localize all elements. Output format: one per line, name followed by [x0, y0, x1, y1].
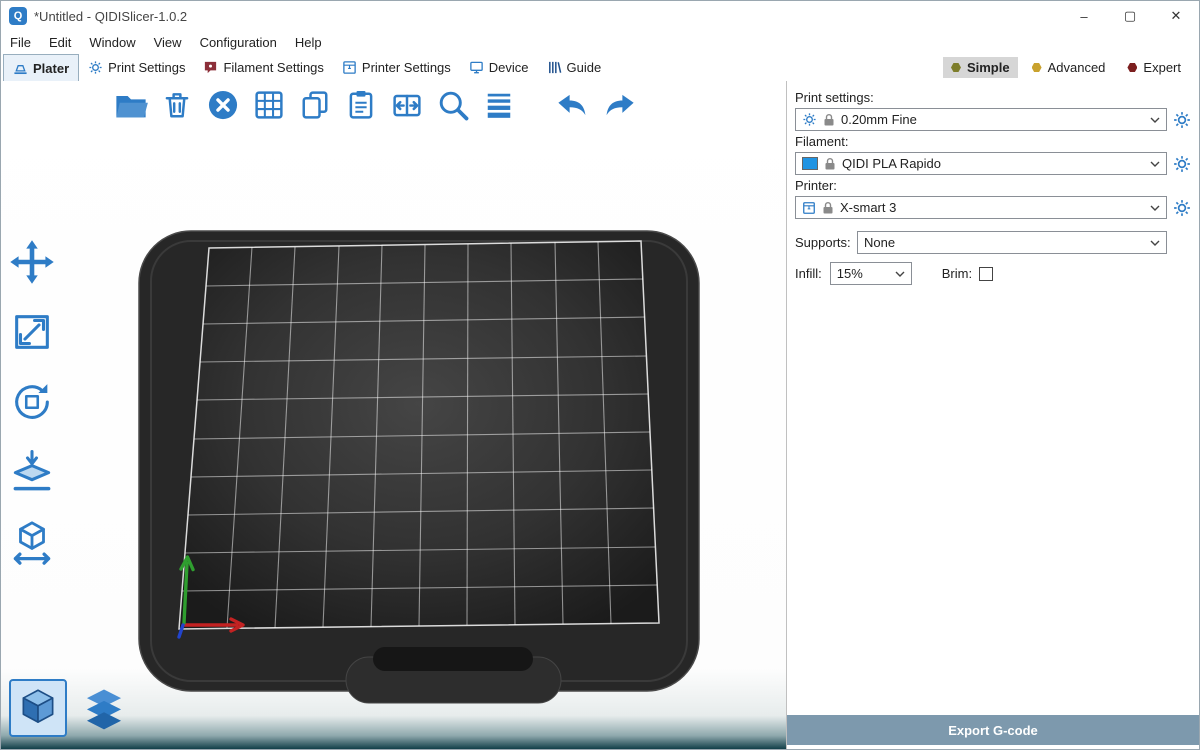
simple-mode-dot-icon — [951, 63, 961, 73]
lock-icon — [824, 157, 836, 171]
printer-icon — [342, 60, 357, 75]
infill-combo[interactable]: 15% — [830, 262, 912, 285]
chevron-down-icon — [895, 271, 905, 277]
preview-layers-icon[interactable] — [79, 687, 129, 733]
maximize-button[interactable]: ▢ — [1107, 1, 1153, 31]
minimize-button[interactable]: – — [1061, 1, 1107, 31]
infill-value: 15% — [837, 266, 889, 281]
menu-configuration[interactable]: Configuration — [191, 33, 286, 52]
titlebar: Q *Untitled - QIDISlicer-1.0.2 – ▢ ✕ — [1, 1, 1199, 31]
split-objects-icon[interactable] — [389, 87, 425, 123]
lock-icon — [823, 113, 835, 127]
supports-label: Supports: — [795, 235, 857, 250]
delete-all-icon[interactable] — [205, 87, 241, 123]
app-window: Q *Untitled - QIDISlicer-1.0.2 – ▢ ✕ Fil… — [0, 0, 1200, 750]
tab-guide[interactable]: Guide — [538, 54, 611, 81]
arrange-icon[interactable] — [251, 87, 287, 123]
tab-device[interactable]: Device — [460, 54, 538, 81]
menu-view[interactable]: View — [145, 33, 191, 52]
supports-combo[interactable]: None — [857, 231, 1167, 254]
filament-value: QIDI PLA Rapido — [842, 156, 1144, 171]
paste-icon[interactable] — [343, 87, 379, 123]
supports-value: None — [864, 235, 1144, 250]
export-gcode-button[interactable]: Export G-code — [787, 715, 1199, 745]
expert-mode-dot-icon — [1127, 63, 1137, 73]
mode-advanced[interactable]: Advanced — [1024, 57, 1114, 78]
editor-view-button[interactable] — [9, 679, 67, 737]
window-controls: – ▢ ✕ — [1061, 1, 1199, 31]
tab-plater[interactable]: Plater — [3, 54, 79, 81]
mode-simple[interactable]: Simple — [943, 57, 1018, 78]
chevron-down-icon — [1150, 205, 1160, 211]
printer-combo[interactable]: X-smart 3 — [795, 196, 1167, 219]
measure-icon[interactable] — [9, 519, 55, 565]
chevron-down-icon — [1150, 161, 1160, 167]
main-area: Print settings: 0.20mm Fine — [1, 81, 1199, 749]
gear-icon — [802, 112, 817, 127]
filament-combo[interactable]: QIDI PLA Rapido — [795, 152, 1167, 175]
device-monitor-icon — [469, 60, 484, 75]
brim-label: Brim: — [942, 266, 972, 281]
print-settings-label: Print settings: — [795, 90, 1191, 105]
edit-filament-gear-icon[interactable] — [1173, 155, 1191, 173]
tab-filament-settings[interactable]: Filament Settings — [194, 54, 332, 81]
settings-sidebar: Print settings: 0.20mm Fine — [786, 81, 1199, 749]
advanced-mode-dot-icon — [1032, 63, 1042, 73]
print-bed[interactable] — [121, 221, 721, 726]
view-toolbar — [9, 679, 129, 737]
filament-color-swatch — [802, 157, 818, 170]
mode-expert[interactable]: Expert — [1119, 57, 1189, 78]
move-icon[interactable] — [9, 239, 55, 285]
search-icon[interactable] — [435, 87, 471, 123]
mode-switcher: Simple Advanced Expert — [943, 57, 1197, 78]
menu-help[interactable]: Help — [286, 33, 331, 52]
filament-label: Filament: — [795, 134, 1191, 149]
undo-icon[interactable] — [555, 87, 591, 123]
window-title: *Untitled - QIDISlicer-1.0.2 — [34, 9, 187, 24]
3d-viewport[interactable] — [1, 81, 786, 749]
menu-window[interactable]: Window — [80, 33, 144, 52]
copy-icon[interactable] — [297, 87, 333, 123]
gear-icon — [88, 60, 103, 75]
3d-cube-icon — [15, 685, 61, 731]
print-settings-combo[interactable]: 0.20mm Fine — [795, 108, 1167, 131]
close-button[interactable]: ✕ — [1153, 1, 1199, 31]
viewport-toolbar — [113, 87, 637, 123]
edit-print-settings-gear-icon[interactable] — [1173, 111, 1191, 129]
plater-bed-icon — [13, 61, 28, 76]
scale-icon[interactable] — [9, 309, 55, 355]
variable-layer-height-icon[interactable] — [481, 87, 517, 123]
filament-spool-icon — [203, 60, 218, 75]
brim-checkbox[interactable] — [979, 267, 993, 281]
place-on-face-icon[interactable] — [9, 449, 55, 495]
gizmo-toolbar — [9, 239, 55, 565]
tabbar: Plater Print Settings Filament Settings … — [1, 54, 1199, 82]
menu-file[interactable]: File — [1, 33, 40, 52]
infill-label: Infill: — [795, 266, 822, 281]
printer-value: X-smart 3 — [840, 200, 1144, 215]
rotate-icon[interactable] — [9, 379, 55, 425]
menubar: File Edit Window View Configuration Help — [1, 31, 1199, 54]
lock-icon — [822, 201, 834, 215]
printer-label: Printer: — [795, 178, 1191, 193]
printer-icon — [802, 201, 816, 215]
edit-printer-gear-icon[interactable] — [1173, 199, 1191, 217]
open-folder-icon[interactable] — [113, 87, 149, 123]
tab-printer-settings[interactable]: Printer Settings — [333, 54, 460, 81]
tab-print-settings[interactable]: Print Settings — [79, 54, 194, 81]
app-logo-icon: Q — [9, 7, 27, 25]
redo-icon[interactable] — [601, 87, 637, 123]
menu-edit[interactable]: Edit — [40, 33, 80, 52]
print-settings-value: 0.20mm Fine — [841, 112, 1144, 127]
delete-icon[interactable] — [159, 87, 195, 123]
guide-book-icon — [547, 60, 562, 75]
bed-grid — [179, 241, 659, 629]
chevron-down-icon — [1150, 240, 1160, 246]
chevron-down-icon — [1150, 117, 1160, 123]
